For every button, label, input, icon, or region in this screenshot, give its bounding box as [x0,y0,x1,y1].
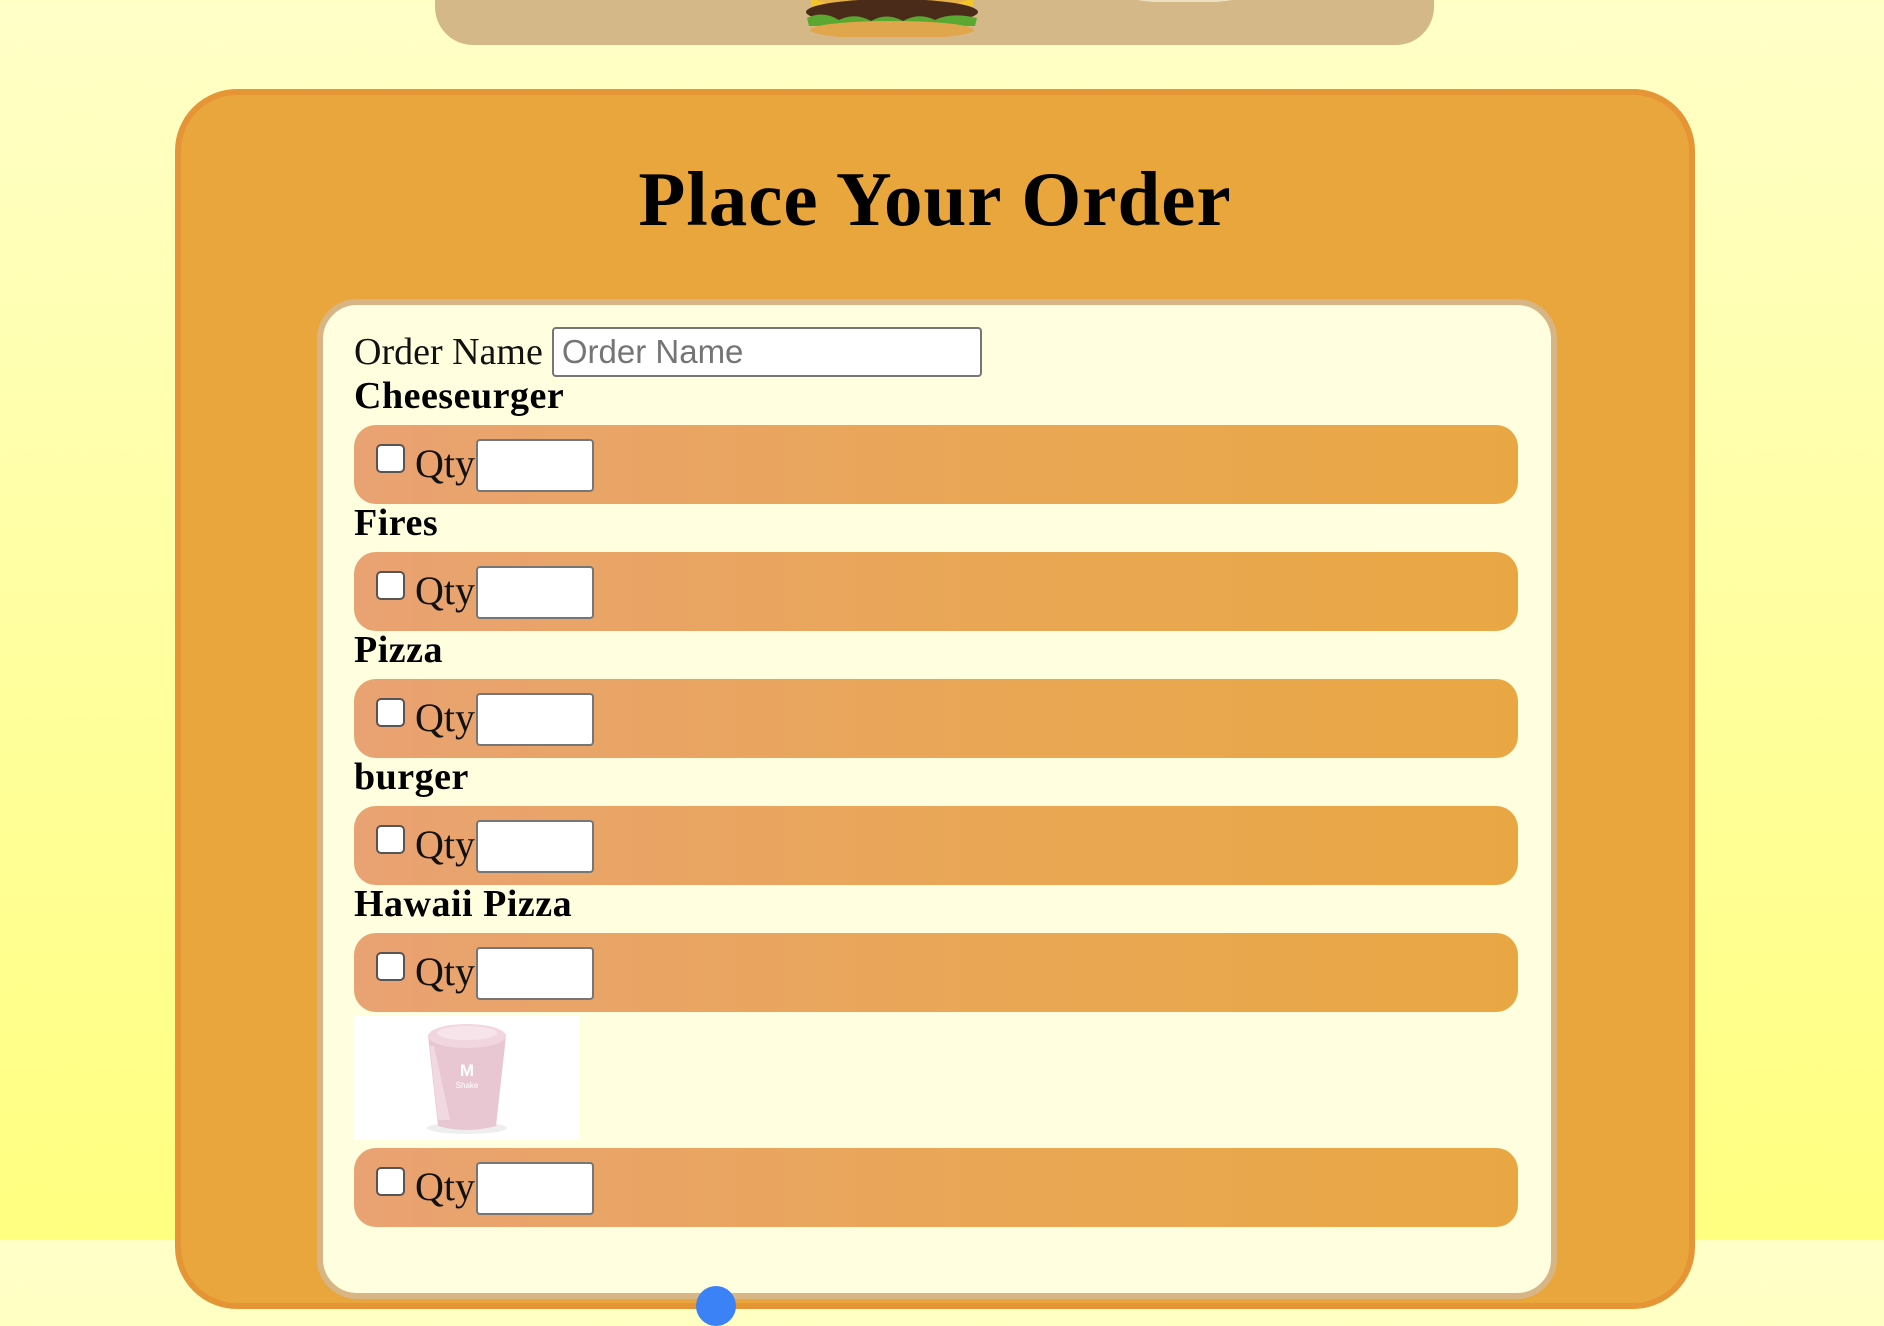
item-name: Cheeseurger [354,375,565,417]
page-title: Place Your Order [638,156,1232,242]
qty-label: Qty [415,949,475,994]
item-name: Pizza [354,629,444,671]
order-panel: Place Your Order Order Name Cheeseurger … [175,89,1695,1326]
order-form: Order Name Cheeseurger Qty Fires Qty Piz… [317,299,1557,1326]
qty-input[interactable] [476,947,594,1000]
item-row: Qty [354,933,1518,1012]
qty-input[interactable] [476,439,594,492]
item-row: Qty [354,425,1518,504]
item-checkbox[interactable] [376,698,405,727]
order-name-input[interactable] [551,327,982,377]
shake-brand-mark: M [460,1061,474,1080]
item-row: Qty [354,1148,1518,1227]
qty-label: Qty [415,1164,475,1209]
item-row: Qty [354,679,1518,758]
item-checkbox[interactable] [376,825,405,854]
item-checkbox[interactable] [376,444,405,473]
top-food-banner [435,0,1434,45]
qty-input[interactable] [476,566,594,619]
item-checkbox[interactable] [376,952,405,981]
qty-input[interactable] [476,693,594,746]
qty-label: Qty [415,695,475,740]
item-row: Qty [354,552,1518,631]
item-name: Hawaii Pizza [354,883,573,925]
slider-handle[interactable] [696,1286,736,1326]
cheeseburger-image [803,0,981,37]
milkshake-image: M Shake [354,1016,580,1140]
qty-label: Qty [415,822,475,867]
order-name-label: Order Name [354,331,543,373]
item-name: Fires [354,502,439,544]
qty-input[interactable] [476,820,594,873]
item-checkbox[interactable] [376,571,405,600]
item-row: Qty [354,806,1518,885]
shake-label: Shake [456,1081,479,1090]
qty-label: Qty [415,441,475,486]
qty-label: Qty [415,568,475,613]
order-name-row: Order Name [354,325,982,379]
qty-input[interactable] [476,1162,594,1215]
wrap-image [1137,0,1233,2]
item-name: burger [354,756,469,798]
item-checkbox[interactable] [376,1167,405,1196]
